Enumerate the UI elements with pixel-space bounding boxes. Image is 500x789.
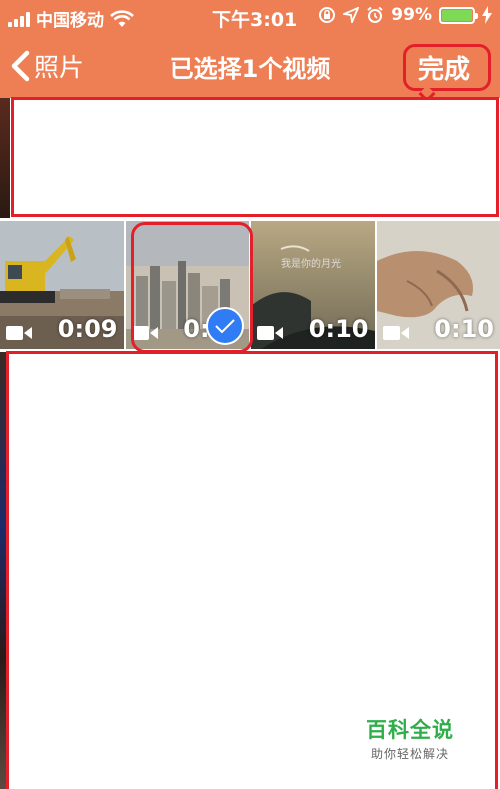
thumb-edge-strip — [0, 98, 10, 218]
signal-icon — [8, 11, 30, 27]
rotation-lock-icon — [319, 7, 336, 23]
battery-icon — [439, 6, 478, 24]
battery-percent: 99% — [391, 5, 432, 25]
video-thumbnail[interactable]: 0:09 — [0, 221, 124, 349]
status-left: 中国移动 — [8, 6, 134, 31]
status-right: 99% — [318, 5, 492, 25]
video-duration: 0:09 — [57, 315, 118, 343]
watermark-title: 百科全说 — [366, 718, 454, 742]
video-camera-icon — [257, 326, 283, 340]
watermark-subtitle: 助你轻松解决 — [370, 747, 449, 761]
video-camera-icon — [382, 326, 409, 340]
hidden-thumbnail-row-top — [11, 97, 499, 217]
charging-icon — [482, 6, 492, 24]
video-thumbnail[interactable]: 0:10 — [376, 221, 500, 349]
alarm-icon — [367, 6, 383, 23]
status-time: 下午3:01 — [212, 9, 298, 31]
video-duration: 0:10 — [308, 315, 369, 343]
selection-annotation-frame — [131, 222, 253, 353]
video-thumbnail[interactable]: 我是你的月光 0:10 — [251, 221, 375, 349]
status-bar: 中国移动 下午3:01 99% — [0, 0, 500, 33]
location-icon — [343, 7, 360, 23]
carrier-label: 中国移动 — [36, 11, 104, 31]
done-annotation-frame — [403, 44, 491, 91]
video-camera-icon — [6, 326, 32, 340]
wifi-icon — [110, 9, 134, 27]
watermark-logo: 百科全说 助你轻松解决 — [360, 714, 460, 762]
video-overlay-caption: 我是你的月光 — [281, 259, 341, 270]
battery-level — [442, 9, 472, 21]
video-duration: 0:10 — [434, 315, 494, 343]
